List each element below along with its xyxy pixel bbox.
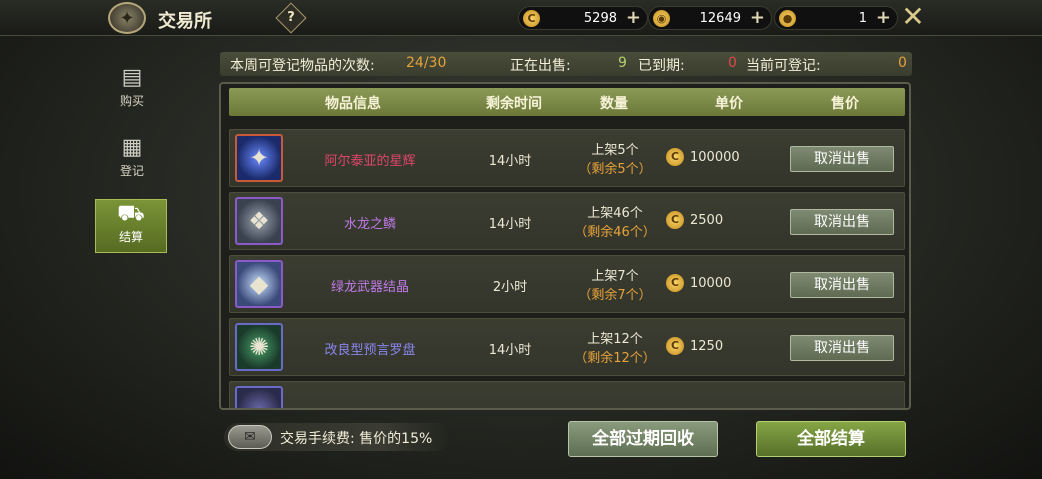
header-unit-price: 单价: [715, 96, 743, 112]
currency-cash: ● 1 +: [774, 6, 898, 30]
unit-price-value: 2500: [690, 213, 724, 228]
sidebar-item-register[interactable]: ▦ 登记: [100, 134, 164, 190]
unit-price-value: 1250: [690, 339, 724, 354]
stats-bar: 本周可登记物品的次数: 24/30 正在出售: 9 已到期: 0 当前可登记: …: [220, 52, 912, 76]
currency-stack: ◉ 12649 +: [648, 6, 772, 30]
item-time: 14小时: [488, 217, 532, 232]
sidebar-item-settle[interactable]: ⛟ 结算: [95, 199, 167, 253]
header-sale-price: 售价: [831, 96, 859, 112]
item-time: 14小时: [488, 154, 532, 169]
expired-label: 已到期:: [638, 58, 685, 74]
gold-coin-icon: C: [666, 148, 684, 166]
unit-price: C 100000: [666, 148, 740, 166]
item-name: 绿龙武器结晶: [330, 280, 409, 295]
star-crystal-icon: ✦: [235, 134, 283, 182]
available-label: 当前可登记:: [746, 58, 821, 74]
header-remaining-time: 剩余时间: [486, 96, 542, 112]
item-name: 水龙之鳞: [343, 217, 396, 232]
available-value: 0: [898, 55, 907, 71]
table-header: 物品信息 剩余时间 数量 单价 售价: [229, 88, 905, 116]
table-row: ❖ 水龙之鳞 14小时 上架46个 （剩余46个） C 2500 取消出售: [229, 192, 905, 250]
page-title: 交易所: [158, 11, 212, 32]
table-row: ◆ 绿龙武器结晶 2小时 上架7个 （剩余7个） C 10000 取消出售: [229, 255, 905, 313]
help-icon: ?: [287, 10, 295, 25]
exchange-logo-icon: ✦: [108, 2, 146, 34]
unit-price: C 1250: [666, 337, 724, 355]
trade-fee: ✉ 交易手续费: 售价的15%: [224, 423, 450, 451]
coin-stack-icon: ◉: [653, 10, 670, 27]
on-sale-label: 正在出售:: [510, 58, 571, 74]
listed-count: 上架7个: [591, 269, 639, 284]
on-sale-value: 9: [618, 55, 627, 71]
header-quantity: 数量: [600, 96, 628, 112]
weekly-register-label: 本周可登记物品的次数:: [230, 58, 375, 74]
remaining-count: （剩余7个）: [578, 288, 652, 303]
cancel-sale-button[interactable]: 取消出售: [790, 272, 894, 298]
table-row: [229, 381, 905, 408]
item-name: 阿尔泰亚的星辉: [324, 154, 416, 169]
sidebar-item-label: 购买: [119, 94, 144, 108]
item-time: 2小时: [492, 280, 528, 295]
register-icon: ▦: [121, 135, 143, 160]
remaining-count: （剩余46个）: [574, 225, 656, 240]
cancel-sale-button[interactable]: 取消出售: [790, 209, 894, 235]
item-icon: [235, 386, 283, 408]
sidebar-item-buy[interactable]: ▤ 购买: [100, 64, 164, 120]
listings-panel: 物品信息 剩余时间 数量 单价 售价 ✦ 阿尔泰亚的星辉 14小时 上架5个 （…: [219, 82, 911, 410]
item-time: 14小时: [488, 343, 532, 358]
currency-gold-value: 5298: [583, 11, 617, 26]
gold-coin-icon: C: [666, 337, 684, 355]
unit-price: C 2500: [666, 211, 724, 229]
unit-price-value: 10000: [690, 276, 732, 291]
gold-coin-icon: C: [666, 211, 684, 229]
remaining-count: （剩余5个）: [578, 162, 652, 177]
listed-count: 上架12个: [587, 332, 643, 347]
item-name: 改良型预言罗盘: [324, 343, 416, 358]
header-item-info: 物品信息: [325, 96, 381, 112]
add-gold-button[interactable]: +: [626, 7, 641, 28]
fee-ticket-icon: ✉: [228, 425, 272, 449]
cash-coin-icon: ●: [779, 10, 796, 27]
add-stack-button[interactable]: +: [750, 7, 765, 28]
listed-count: 上架46个: [587, 206, 643, 221]
top-bar: ✦ 交易所 ? C 5298 + ◉ 12649 + ● 1 + ✕: [0, 0, 1042, 36]
cart-icon: ⛟: [117, 201, 145, 226]
fee-text: 交易手续费: 售价的15%: [280, 431, 433, 447]
remaining-count: （剩余12个）: [574, 351, 656, 366]
sidebar-item-label: 登记: [119, 164, 144, 178]
currency-cash-value: 1: [858, 11, 867, 26]
gold-coin-icon: C: [666, 274, 684, 292]
help-button[interactable]: ?: [275, 2, 307, 34]
close-icon[interactable]: ✕: [898, 2, 928, 32]
currency-stack-value: 12649: [699, 11, 741, 26]
add-cash-button[interactable]: +: [876, 7, 891, 28]
sidebar-item-label: 结算: [118, 230, 143, 244]
gold-coin-icon: C: [523, 10, 540, 27]
recover-all-expired-button[interactable]: 全部过期回收: [568, 421, 718, 457]
dragon-scale-icon: ❖: [235, 197, 283, 245]
listed-count: 上架5个: [591, 143, 639, 158]
table-row: ✺ 改良型预言罗盘 14小时 上架12个 （剩余12个） C 1250 取消出售: [229, 318, 905, 376]
table-row: ✦ 阿尔泰亚的星辉 14小时 上架5个 （剩余5个） C 100000 取消出售: [229, 129, 905, 187]
settle-all-button[interactable]: 全部结算: [756, 421, 906, 457]
cancel-sale-button[interactable]: 取消出售: [790, 335, 894, 361]
expired-value: 0: [728, 55, 737, 71]
compass-icon: ✺: [235, 323, 283, 371]
weekly-register-value: 24/30: [406, 55, 447, 71]
shop-icon: ▤: [121, 65, 143, 90]
currency-gold: C 5298 +: [518, 6, 648, 30]
crystal-icon: ◆: [235, 260, 283, 308]
cancel-sale-button[interactable]: 取消出售: [790, 146, 894, 172]
unit-price: C 10000: [666, 274, 732, 292]
unit-price-value: 100000: [690, 150, 740, 165]
